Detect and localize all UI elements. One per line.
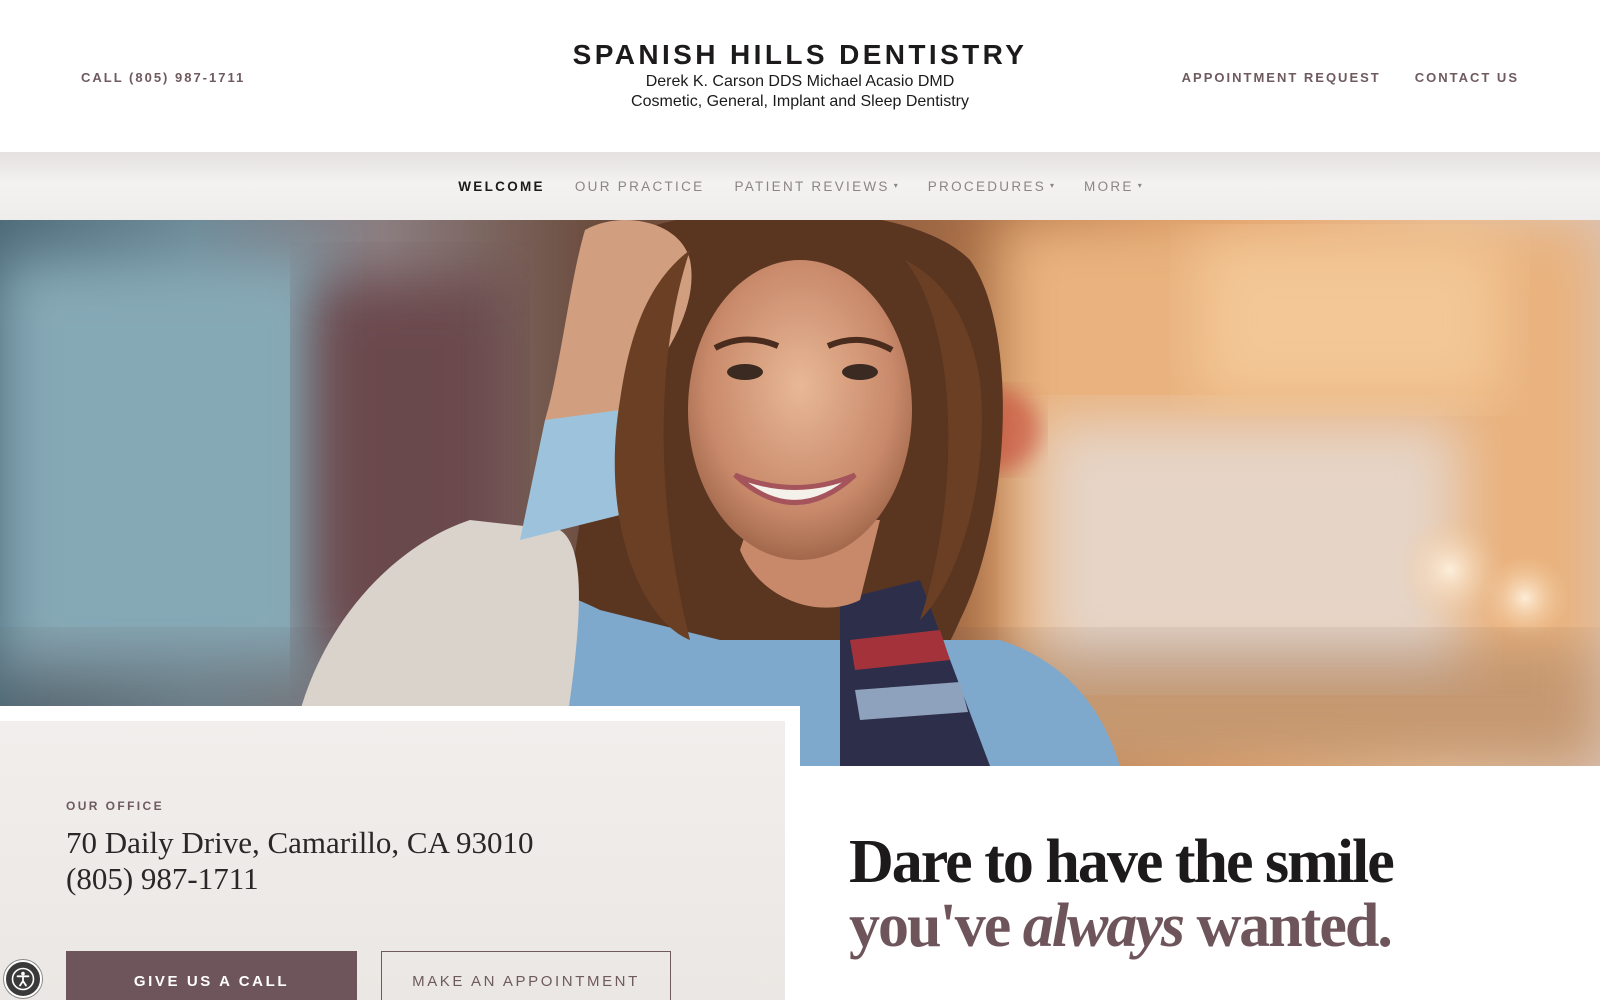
give-us-a-call-button[interactable]: GIVE US A CALL [66,951,357,1000]
smiling-woman-photo [0,220,1600,766]
brand-specialties: Cosmetic, General, Implant and Sleep Den… [631,93,969,110]
tagline-line-1: Dare to have the smile [849,828,1395,896]
hero-image [0,220,1600,766]
accessibility-icon [11,967,35,991]
nav-item-label: OUR PRACTICE [574,178,705,194]
main-nav: WELCOME OUR PRACTICE PATIENT REVIEWS ▾ P… [0,152,1600,220]
tagline-line-2-end: wanted. [1182,892,1392,960]
chevron-down-icon: ▾ [1050,180,1055,190]
contact-us-link[interactable]: CONTACT US [1415,70,1519,85]
nav-item-procedures[interactable]: PROCEDURES ▾ [928,179,1054,194]
nav-item-label: MORE [1084,178,1134,194]
nav-item-welcome[interactable]: WELCOME [458,179,545,194]
nav-item-patient-reviews[interactable]: PATIENT REVIEWS ▾ [734,179,897,194]
header-links: APPOINTMENT REQUEST CONTACT US [1182,70,1519,85]
make-appointment-button[interactable]: MAKE AN APPOINTMENT [381,951,671,1000]
office-phone[interactable]: (805) 987-1711 [66,861,259,897]
office-label: OUR OFFICE [66,799,164,813]
nav-item-our-practice[interactable]: OUR PRACTICE [575,179,705,194]
office-address: 70 Daily Drive, Camarillo, CA 93010 [66,825,534,860]
tagline-line-2-start: you've [849,892,1023,960]
tagline-emphasis: always [1022,892,1185,960]
chevron-down-icon: ▾ [893,180,898,190]
nav-item-more[interactable]: MORE ▾ [1084,179,1142,194]
nav-item-label: WELCOME [458,178,545,194]
site-header: CALL (805) 987-1711 SPANISH HILLS DENTIS… [0,0,1600,152]
hero-tagline: Dare to have the smile you've always wan… [849,828,1395,958]
nav-item-label: PROCEDURES [927,178,1047,194]
tagline-line-2: you've always wanted. [849,894,1393,958]
appointment-request-link[interactable]: APPOINTMENT REQUEST [1182,70,1381,85]
nav-item-label: PATIENT REVIEWS [734,178,890,194]
chevron-down-icon: ▾ [1137,180,1142,190]
brand-title: SPANISH HILLS DENTISTRY [572,39,1028,70]
accessibility-button[interactable] [4,960,42,998]
